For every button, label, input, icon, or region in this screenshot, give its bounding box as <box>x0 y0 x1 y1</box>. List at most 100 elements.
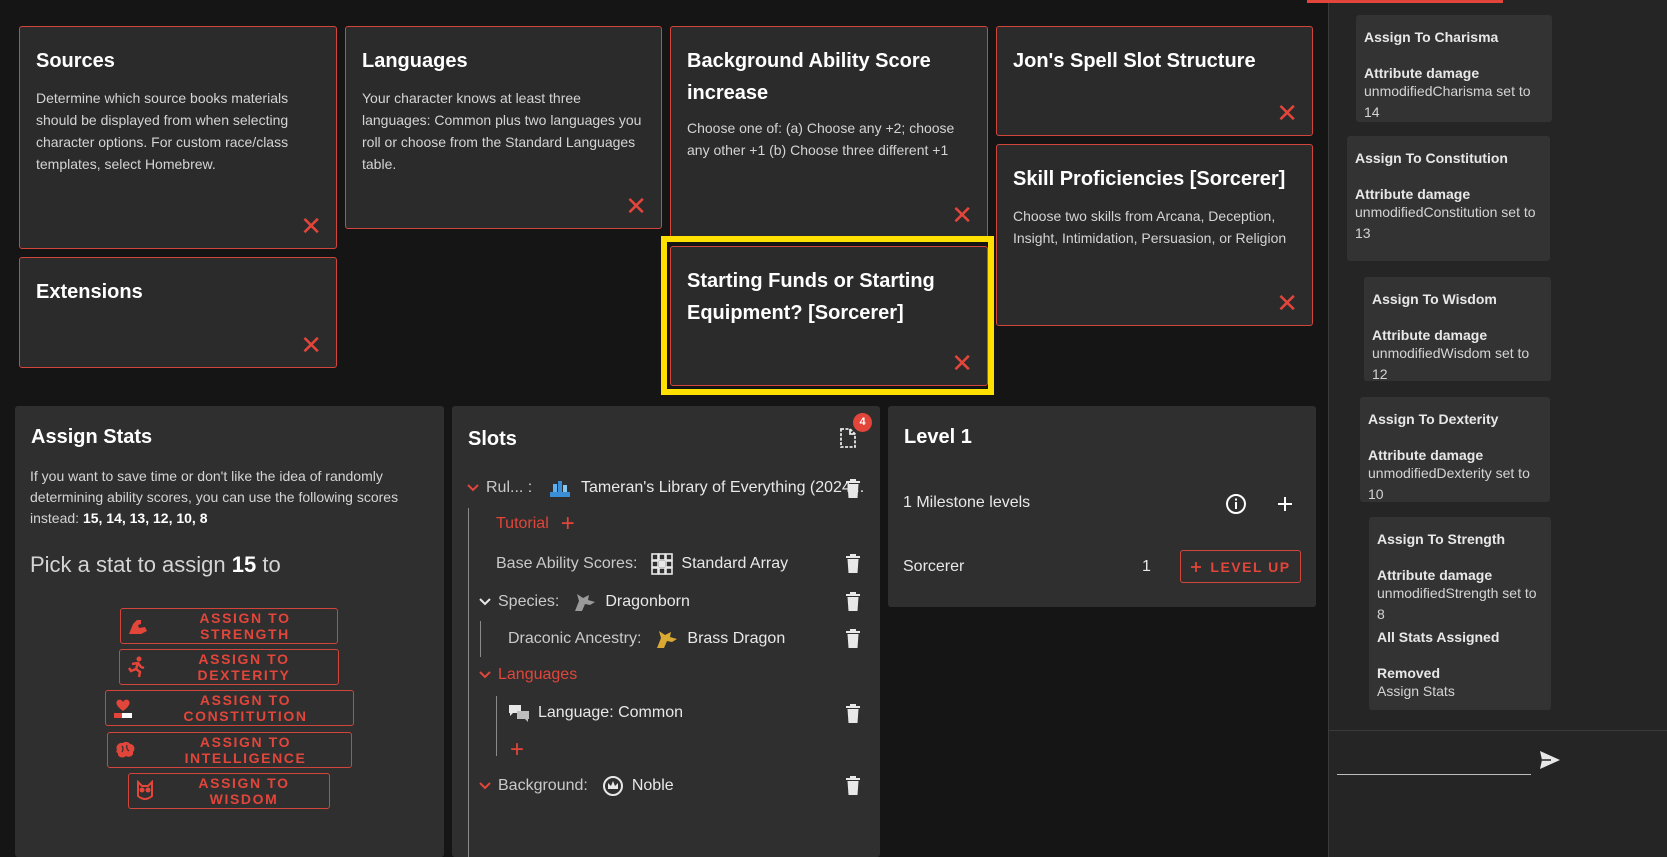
card-title: Skill Proficiencies [Sorcerer] <box>1013 168 1286 190</box>
active-tab-indicator <box>1307 0 1503 3</box>
trash-icon[interactable] <box>845 776 861 795</box>
add-icon[interactable]: + <box>561 512 575 536</box>
trash-icon[interactable] <box>845 554 861 573</box>
slot-key: Draconic Ancestry: <box>508 630 642 647</box>
log-value: unmodifiedCharisma set to 14 <box>1364 83 1531 120</box>
slot-row-background[interactable]: Background: Noble <box>478 775 674 797</box>
milestone-label: 1 Milestone levels <box>903 494 1031 511</box>
trash-icon[interactable] <box>845 479 861 498</box>
slot-row-base-ability-scores[interactable]: Base Ability Scores: Standard Array <box>496 553 788 575</box>
chevron-down-icon[interactable] <box>478 670 492 680</box>
slot-row-species[interactable]: Species: Dragonborn <box>478 591 690 613</box>
log-divider <box>1329 730 1667 731</box>
level-panel: Level 1 1 Milestone levels Sorcerer 1 LE… <box>888 406 1316 607</box>
close-icon[interactable]: ✕ <box>951 350 973 376</box>
slot-value: Language: Common <box>538 704 683 721</box>
log-title: Assign To Charisma <box>1364 29 1499 45</box>
log-title: Assign To Dexterity <box>1368 411 1499 427</box>
log-entry: Assign To Charisma Attribute damage unmo… <box>1356 15 1552 122</box>
slot-value: Noble <box>631 777 674 794</box>
slot-row-languages[interactable]: Languages <box>478 666 577 684</box>
card-sources[interactable]: Sources Determine which source books mat… <box>19 26 337 249</box>
flexed-arm-icon <box>129 620 147 634</box>
close-icon[interactable]: ✕ <box>300 213 322 239</box>
card-description: Choose two skills from Arcana, Deception… <box>1013 208 1287 246</box>
notification-badge: 4 <box>853 413 872 432</box>
slot-row-draconic-ancestry[interactable]: Draconic Ancestry: Brass Dragon <box>508 628 785 650</box>
assign-wisdom-button[interactable]: ASSIGN TO WISDOM <box>128 773 330 809</box>
log-value: unmodifiedWisdom set to 12 <box>1372 345 1530 382</box>
log-subtitle: Attribute damage <box>1377 567 1493 583</box>
send-icon[interactable] <box>1539 750 1561 770</box>
button-label: ASSIGN TO INTELLIGENCE <box>184 734 307 766</box>
pick-value: 15 <box>231 552 257 577</box>
log-value: unmodifiedStrength set to 8 <box>1377 585 1537 622</box>
chat-input[interactable] <box>1337 742 1531 775</box>
owl-icon <box>137 780 153 800</box>
running-figure-icon <box>127 656 145 678</box>
class-name: Sorcerer <box>903 558 965 575</box>
grid-array-icon <box>651 553 674 575</box>
log-subtitle: Removed <box>1377 665 1441 681</box>
card-description: Determine which source books materials s… <box>36 90 289 172</box>
close-icon[interactable]: ✕ <box>1276 290 1298 316</box>
heart-bar-icon <box>114 699 132 718</box>
info-icon[interactable] <box>1225 493 1247 515</box>
slot-key: Background: <box>498 777 588 794</box>
level-up-button[interactable]: LEVEL UP <box>1180 550 1301 583</box>
slot-key: Species: <box>498 593 560 610</box>
trash-icon[interactable] <box>845 592 861 611</box>
notes-icon[interactable] <box>839 427 857 449</box>
log-value: Assign Stats <box>1377 683 1455 699</box>
card-title: Starting Funds or Starting Equipment? [S… <box>687 270 935 324</box>
card-title: Jon's Spell Slot Structure <box>1013 50 1256 72</box>
card-languages[interactable]: Languages Your character knows at least … <box>345 26 662 229</box>
close-icon[interactable]: ✕ <box>951 202 973 228</box>
pick-stat-heading: Pick a stat to assign 15 to <box>30 552 281 578</box>
log-sidebar: Assign To Charisma Attribute damage unmo… <box>1307 0 1667 857</box>
tutorial-label: Tutorial <box>496 515 549 532</box>
card-skill-proficiencies[interactable]: Skill Proficiencies [Sorcerer] Choose tw… <box>996 144 1313 326</box>
trash-icon[interactable] <box>845 629 861 648</box>
button-label: ASSIGN TO DEXTERITY <box>197 651 291 683</box>
card-title: Background Ability Score increase <box>687 50 931 104</box>
card-extensions[interactable]: Extensions ✕ <box>19 257 337 368</box>
card-description: Choose one of: (a) Choose any +2; choose… <box>687 120 955 158</box>
log-entry: Assign To Dexterity Attribute damage unm… <box>1360 397 1550 502</box>
close-icon[interactable]: ✕ <box>625 193 647 219</box>
chevron-down-icon[interactable] <box>466 483 480 493</box>
button-label: ASSIGN TO STRENGTH <box>199 610 291 642</box>
log-subtitle: Attribute damage <box>1372 327 1488 343</box>
card-starting-funds[interactable]: Starting Funds or Starting Equipment? [S… <box>670 246 988 386</box>
log-subtitle: Attribute damage <box>1368 447 1484 463</box>
slot-row-language-common[interactable]: Language: Common <box>508 704 683 722</box>
card-spell-slot-structure[interactable]: Jon's Spell Slot Structure ✕ <box>996 26 1313 136</box>
panel-title: Slots <box>468 428 517 450</box>
log-title: Assign To Constitution <box>1355 150 1508 166</box>
slot-row-tutorial[interactable]: Tutorial + <box>496 512 575 536</box>
assign-intelligence-button[interactable]: ASSIGN TO INTELLIGENCE <box>107 732 352 768</box>
add-language-icon[interactable]: + <box>510 736 524 764</box>
assign-strength-button[interactable]: ASSIGN TO STRENGTH <box>120 608 338 644</box>
slot-row-rules[interactable]: Rul... : Tameran's Library of Everything… <box>466 478 864 498</box>
languages-label: Languages <box>498 666 578 683</box>
add-icon[interactable] <box>1276 495 1294 513</box>
card-background-asi[interactable]: Background Ability Score increase Choose… <box>670 26 988 238</box>
pick-suffix: to <box>262 552 281 577</box>
card-description: Your character knows at least three lang… <box>362 90 642 172</box>
close-icon[interactable]: ✕ <box>1276 100 1298 126</box>
slot-value: Dragonborn <box>605 593 690 610</box>
trash-icon[interactable] <box>845 704 861 723</box>
chevron-down-icon[interactable] <box>478 781 492 791</box>
dragon-head-icon <box>575 594 596 611</box>
log-entry: Assign To Strength Attribute damage unmo… <box>1369 517 1551 710</box>
assign-stats-panel: Assign Stats If you want to save time or… <box>15 406 444 857</box>
assign-constitution-button[interactable]: ASSIGN TO CONSTITUTION <box>105 690 354 726</box>
score-list: 15, 14, 13, 12, 10, 8 <box>82 510 208 526</box>
library-icon <box>550 481 570 497</box>
slots-panel: Slots 4 Rul... : Tameran's Library of Ev… <box>452 406 880 857</box>
chevron-down-icon[interactable] <box>478 597 492 607</box>
log-title: Assign To Strength <box>1377 531 1506 547</box>
assign-dexterity-button[interactable]: ASSIGN TO DEXTERITY <box>119 649 339 685</box>
close-icon[interactable]: ✕ <box>300 332 322 358</box>
